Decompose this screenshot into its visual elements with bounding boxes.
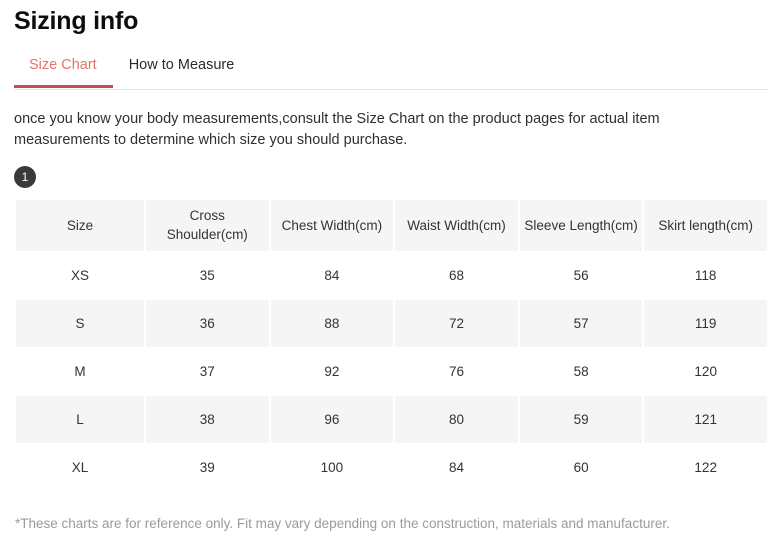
step-badge: 1 [14,165,36,188]
table-row: L 38 96 80 59 121 [16,395,767,443]
table-header-row: Size Cross Shoulder(cm) Chest Width(cm) … [16,199,767,251]
intro-text: once you know your body measurements,con… [14,111,660,148]
cell-chest-width: 92 [270,347,394,395]
sizing-info-page: Sizing info Size Chart How to Measure on… [0,0,783,551]
cell-size: M [16,347,144,395]
size-table-body: XS 35 84 68 56 118 S 36 88 72 57 119 M 3… [16,251,767,491]
page-title: Sizing info [14,7,139,35]
cell-waist-width: 72 [395,299,518,347]
tab-size-chart[interactable]: Size Chart [14,56,113,88]
cell-skirt-length: 122 [644,443,767,491]
cell-size: L [16,395,144,443]
cell-cross-shoulder: 37 [146,347,269,395]
cell-cross-shoulder: 36 [146,299,269,347]
column-header-cross-shoulder: Cross Shoulder(cm) [146,199,269,251]
size-table-container: Size Cross Shoulder(cm) Chest Width(cm) … [14,199,769,492]
cell-cross-shoulder: 38 [146,395,269,443]
cell-sleeve-length: 58 [519,347,643,395]
tab-how-to-measure-label: How to Measure [128,57,235,73]
column-header-size: Size [16,199,144,251]
cell-size: XS [16,251,144,299]
tab-size-chart-label: Size Chart [29,57,97,73]
cell-size: S [16,299,144,347]
column-header-skirt-length: Skirt length(cm) [644,199,767,251]
table-row: S 36 88 72 57 119 [16,299,767,347]
table-row: XL 39 100 84 60 122 [16,443,767,491]
column-header-waist-width: Waist Width(cm) [395,199,518,251]
cell-cross-shoulder: 39 [146,443,269,491]
cell-size: XL [16,443,144,491]
tab-how-to-measure[interactable]: How to Measure [113,56,251,88]
cell-chest-width: 100 [270,443,394,491]
cell-skirt-length: 121 [644,395,767,443]
table-row: M 37 92 76 58 120 [16,347,767,395]
column-header-chest-width: Chest Width(cm) [270,199,394,251]
disclaimer-text: *These charts are for reference only. Fi… [15,515,670,531]
cell-sleeve-length: 59 [519,395,643,443]
cell-skirt-length: 119 [644,299,767,347]
cell-chest-width: 84 [270,251,394,299]
cell-waist-width: 76 [395,347,518,395]
cell-chest-width: 88 [270,299,394,347]
cell-skirt-length: 118 [644,251,767,299]
size-table-head: Size Cross Shoulder(cm) Chest Width(cm) … [16,199,767,251]
cell-cross-shoulder: 35 [146,251,269,299]
cell-sleeve-length: 57 [519,299,643,347]
cell-waist-width: 80 [395,395,518,443]
cell-waist-width: 68 [395,251,518,299]
size-chart-table: Size Cross Shoulder(cm) Chest Width(cm) … [14,199,769,492]
cell-skirt-length: 120 [644,347,767,395]
table-row: XS 35 84 68 56 118 [16,251,767,299]
cell-sleeve-length: 60 [519,443,643,491]
column-header-sleeve-length: Sleeve Length(cm) [519,199,643,251]
cell-waist-width: 84 [395,443,518,491]
cell-sleeve-length: 56 [519,251,643,299]
cell-chest-width: 96 [270,395,394,443]
tab-bar: Size Chart How to Measure [14,56,769,90]
